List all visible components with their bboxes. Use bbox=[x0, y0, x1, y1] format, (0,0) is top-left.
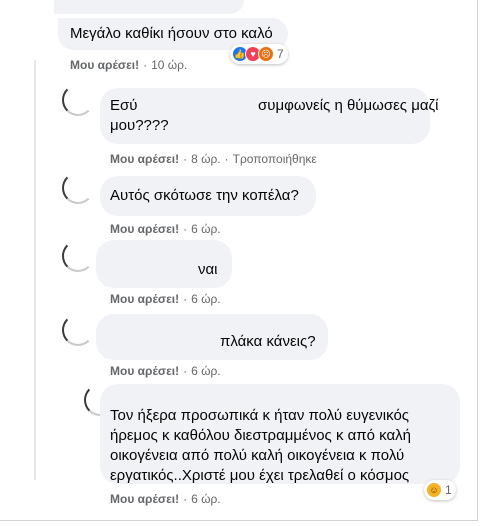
like-link[interactable]: Μου αρέσει! bbox=[70, 58, 139, 72]
comment-text: Μεγάλο καθίκι ήσουν στο καλό bbox=[70, 25, 273, 42]
like-link[interactable]: Μου αρέσει! bbox=[110, 152, 179, 166]
reaction-summary[interactable]: ☺ 1 bbox=[424, 480, 456, 500]
comment-meta: Μου αρέσει! · 6 ώρ. bbox=[110, 222, 221, 236]
comment-bubble-top bbox=[54, 0, 244, 14]
timestamp[interactable]: 6 ώρ. bbox=[191, 222, 221, 236]
comment-text-line: Τον ήξερα προσωπικά κ ήταν πολύ ευγενικό… bbox=[110, 407, 410, 424]
reaction-count: 7 bbox=[277, 47, 284, 61]
comment-bubble[interactable]: Εσύ συμφωνείς η θύμωσες μαζί μου???? bbox=[100, 88, 438, 144]
comment-text-start: Εσύ bbox=[110, 97, 138, 114]
comment-meta: Μου αρέσει! · 6 ώρ. bbox=[110, 364, 221, 378]
like-link[interactable]: Μου αρέσει! bbox=[110, 222, 179, 236]
comment-meta: Μου αρέσει! · 6 ώρ. bbox=[110, 292, 221, 306]
haha-icon: ☺ bbox=[426, 482, 442, 498]
timestamp[interactable]: 6 ώρ. bbox=[191, 364, 221, 378]
timestamp[interactable]: 6 ώρ. bbox=[191, 292, 221, 306]
like-link[interactable]: Μου αρέσει! bbox=[110, 292, 179, 306]
comment-text: Αυτός σκότωσε την κοπέλα? bbox=[110, 187, 299, 204]
reaction-summary[interactable]: 👍 ♥ ☹ 7 bbox=[230, 44, 288, 64]
avatar[interactable] bbox=[62, 84, 94, 116]
comment-text-line: ήρεμος κ καθόλου διεστραμμένος κ από καλ… bbox=[110, 427, 411, 444]
thread-line bbox=[34, 60, 36, 480]
reaction-count: 1 bbox=[445, 483, 452, 497]
avatar[interactable] bbox=[62, 240, 94, 272]
comment-meta: Μου αρέσει! · 6 ώρ. bbox=[110, 492, 221, 506]
comment-text: πλάκα κάνεις? bbox=[220, 333, 316, 350]
comment-bubble[interactable]: ναι bbox=[96, 240, 232, 288]
comment-bubble[interactable]: πλάκα κάνεις? bbox=[96, 314, 328, 360]
timestamp[interactable]: 10 ώρ. bbox=[151, 58, 187, 72]
comment-text-line2: μου???? bbox=[110, 117, 169, 134]
like-link[interactable]: Μου αρέσει! bbox=[110, 364, 179, 378]
avatar[interactable] bbox=[62, 314, 94, 346]
comment-bubble[interactable]: Αυτός σκότωσε την κοπέλα? bbox=[100, 176, 316, 216]
like-link[interactable]: Μου αρέσει! bbox=[110, 492, 179, 506]
comment-meta: Μου αρέσει! · 8 ώρ. · Τροποποιήθηκε bbox=[110, 152, 317, 166]
timestamp[interactable]: 8 ώρ. bbox=[191, 152, 221, 166]
timestamp[interactable]: 6 ώρ. bbox=[191, 492, 221, 506]
edited-label[interactable]: Τροποποιήθηκε bbox=[233, 152, 317, 166]
comment-text: ναι bbox=[198, 261, 218, 278]
comment-thread: Μεγάλο καθίκι ήσουν στο καλό 👍 ♥ ☹ 7 Μου… bbox=[0, 0, 478, 521]
comment-bubble[interactable]: Τον ήξερα προσωπικά κ ήταν πολύ ευγενικό… bbox=[100, 384, 460, 484]
avatar[interactable] bbox=[62, 172, 94, 204]
comment-text-line: οικογένεια από πολύ καλή οικογένεια κ πο… bbox=[110, 447, 405, 464]
comment-text-line: εργατικός..Χριστέ μου έχει τρελαθεί ο κό… bbox=[110, 467, 410, 484]
comment-text-end: συμφωνείς η θύμωσες μαζί bbox=[258, 97, 439, 114]
comment-meta: Μου αρέσει! · 10 ώρ. bbox=[70, 58, 188, 72]
angry-icon: ☹ bbox=[258, 46, 274, 62]
